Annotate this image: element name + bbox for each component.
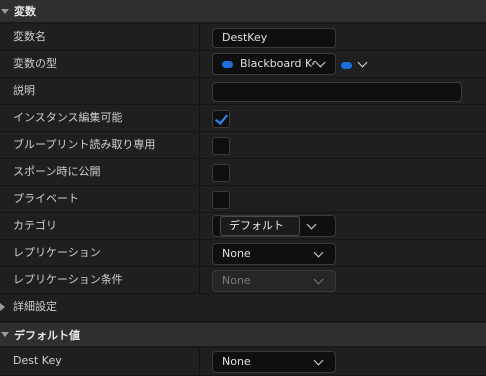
expand-arrow-icon[interactable] xyxy=(1,8,9,14)
column-divider[interactable] xyxy=(199,24,200,50)
row-private: プライベート xyxy=(0,186,486,213)
variable-name-input[interactable]: DestKey xyxy=(212,28,336,48)
row-expose-on-spawn: スポーン時に公開 xyxy=(0,159,486,186)
chevron-down-icon xyxy=(313,355,324,366)
details-panel: 変数 変数名 DestKey 変数の型 Blackboard Ke 説明 インス… xyxy=(0,0,486,376)
row-advanced[interactable]: 詳細設定 xyxy=(0,294,486,322)
row-variable-name: 変数名 DestKey xyxy=(0,24,486,51)
column-divider[interactable] xyxy=(199,51,200,77)
column-divider[interactable] xyxy=(199,240,200,266)
column-divider[interactable] xyxy=(199,267,200,293)
column-divider[interactable] xyxy=(199,132,200,158)
row-blueprint-read-only: ブループリント読み取り専用 xyxy=(0,132,486,159)
row-label: カテゴリ xyxy=(13,219,57,232)
replication-dropdown[interactable]: None xyxy=(212,243,336,265)
column-divider[interactable] xyxy=(199,213,200,239)
replication-condition-value: None xyxy=(222,274,251,287)
replication-value: None xyxy=(222,247,251,260)
column-divider[interactable] xyxy=(199,159,200,185)
row-label: インスタンス編集可能 xyxy=(13,111,123,124)
expand-arrow-icon[interactable] xyxy=(1,332,9,337)
description-input[interactable] xyxy=(212,82,462,102)
row-label: ブループリント読み取り専用 xyxy=(13,138,156,151)
variables-section-header[interactable]: 変数 xyxy=(0,0,486,22)
row-label: プライベート xyxy=(13,192,79,205)
variable-type-dropdown[interactable]: Blackboard Ke xyxy=(212,53,336,75)
column-divider[interactable] xyxy=(199,105,200,131)
replication-condition-dropdown: None xyxy=(212,270,336,292)
row-variable-type: 変数の型 Blackboard Ke xyxy=(0,51,486,78)
row-label: レプリケーション条件 xyxy=(13,273,123,286)
row-instance-editable: インスタンス編集可能 xyxy=(0,105,486,132)
row-label: 詳細設定 xyxy=(13,300,57,313)
row-dest-key: Dest Key None xyxy=(0,348,486,376)
expand-arrow-icon[interactable] xyxy=(0,303,5,311)
row-replication-condition: レプリケーション条件 None xyxy=(0,267,486,294)
chevron-down-icon xyxy=(357,57,368,68)
column-divider[interactable] xyxy=(199,186,200,212)
section-title: 変数 xyxy=(14,5,36,18)
chevron-down-icon xyxy=(313,247,324,258)
variable-type-value: Blackboard Ke xyxy=(240,57,319,70)
container-type-dropdown[interactable] xyxy=(339,53,373,75)
row-label: スポーン時に公開 xyxy=(13,165,101,178)
chevron-down-icon xyxy=(313,274,324,285)
row-label: 説明 xyxy=(13,84,35,97)
category-tooltip: デフォルト xyxy=(220,216,300,236)
private-checkbox[interactable] xyxy=(212,191,230,209)
row-description: 説明 xyxy=(0,78,486,105)
container-type-icon xyxy=(341,62,352,69)
section-title: デフォルト値 xyxy=(14,328,80,342)
column-divider[interactable] xyxy=(199,78,200,104)
row-label: Dest Key xyxy=(13,354,62,367)
column-divider[interactable] xyxy=(199,348,200,374)
instance-editable-checkbox[interactable] xyxy=(212,110,230,128)
dest-key-value: None xyxy=(222,355,251,368)
checkmark-icon xyxy=(214,111,229,125)
blueprint-read-only-checkbox[interactable] xyxy=(212,137,230,155)
row-label: レプリケーション xyxy=(13,246,101,259)
row-label: 変数の型 xyxy=(13,57,57,70)
default-value-section-header[interactable]: デフォルト値 xyxy=(0,323,486,346)
chevron-down-icon xyxy=(306,219,317,230)
row-label: 変数名 xyxy=(13,30,46,43)
dest-key-dropdown[interactable]: None xyxy=(212,351,336,373)
row-replication: レプリケーション None xyxy=(0,240,486,267)
expose-on-spawn-checkbox[interactable] xyxy=(212,164,230,182)
type-pin-icon xyxy=(222,61,233,68)
